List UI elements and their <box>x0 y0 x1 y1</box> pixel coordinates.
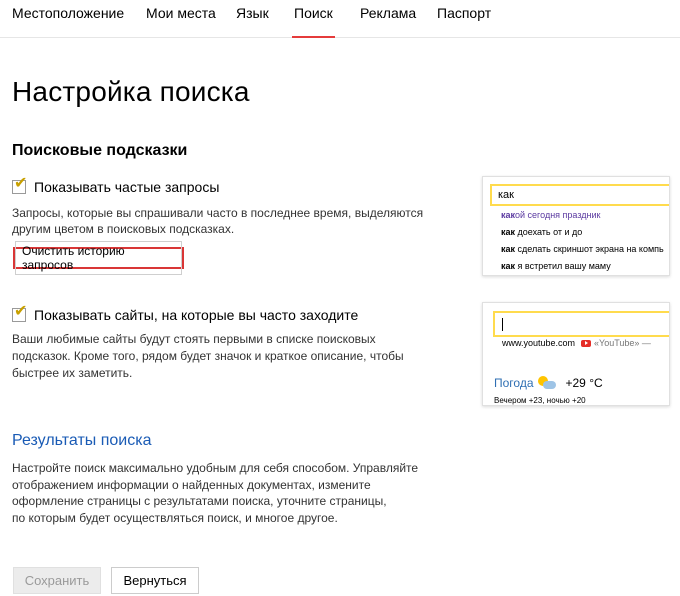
results-desc-line: отображением информации о найденных доку… <box>12 477 371 492</box>
frequent-sites-desc-line: подсказок. Кроме того, рядом будет значо… <box>12 349 404 363</box>
tab-my-places[interactable]: Мои места <box>146 5 216 21</box>
weather-temperature: +29 °C <box>565 376 603 390</box>
tab-location[interactable]: Местоположение <box>12 5 124 21</box>
frequent-queries-description: Запросы, которые вы спрашивали часто в п… <box>12 205 423 237</box>
sites-preview: www.youtube.com «YouTube» — Погода +29 °… <box>482 302 670 406</box>
preview-suggestion: какой сегодня праздник <box>501 210 601 220</box>
back-button[interactable]: Вернуться <box>111 567 199 594</box>
frequent-queries-label[interactable]: Показывать частые запросы <box>34 179 219 195</box>
preview-suggestion: как сделать скриншот экрана на компь <box>501 244 664 254</box>
tab-ads[interactable]: Реклама <box>360 5 416 21</box>
tab-search[interactable]: Поиск <box>292 5 335 38</box>
frequent-queries-desc-line: Запросы, которые вы спрашивали часто в п… <box>12 206 424 220</box>
preview-search-input: как <box>490 184 669 206</box>
preview-search-input <box>493 311 669 337</box>
preview-weather: Погода +29 °C <box>494 376 603 390</box>
preview-site-url: www.youtube.com <box>502 338 576 348</box>
results-desc-line: по которым будет осуществляться поиск, и… <box>12 510 338 525</box>
checkmark-icon: ✔ <box>14 301 28 320</box>
tab-passport[interactable]: Паспорт <box>437 5 491 21</box>
clear-history-button[interactable]: Очистить историю запросов <box>13 241 184 275</box>
frequent-queries-checkbox[interactable]: ✔ <box>12 175 27 194</box>
results-desc-line: оформление страницы с результатами поиск… <box>12 494 387 508</box>
frequent-sites-description: Ваши любимые сайты будут стоять первыми … <box>12 331 404 382</box>
sun-cloud-icon <box>537 376 558 390</box>
checkmark-icon: ✔ <box>14 173 28 192</box>
clear-history-label: Очистить историю запросов <box>15 241 182 275</box>
weather-label: Погода <box>494 376 534 390</box>
frequent-queries-option[interactable]: ✔ Показывать частые запросы <box>12 175 219 195</box>
frequent-queries-desc-line: другим цветом в поисковых подсказках. <box>12 222 235 236</box>
suggestions-section-title: Поисковые подсказки <box>12 142 188 159</box>
frequent-sites-option[interactable]: ✔ Показывать сайты, на которые вы часто … <box>12 303 358 323</box>
preview-suggestion: как доехать от и до <box>501 227 583 237</box>
page-title: Настройка поиска <box>12 76 250 107</box>
results-desc-line: Настройте поиск максимально удобным для … <box>12 461 419 475</box>
youtube-icon <box>581 339 592 347</box>
frequent-sites-desc-line: быстрее их заметить. <box>12 366 133 380</box>
search-results-link[interactable]: Результаты поиска <box>12 432 151 450</box>
frequent-sites-label[interactable]: Показывать сайты, на которые вы часто за… <box>34 307 358 323</box>
search-results-description: Настройте поиск максимально удобным для … <box>12 460 418 526</box>
preview-site-desc: «YouTube» — <box>594 338 651 348</box>
top-navigation: Местоположение Мои места Язык Поиск Рекл… <box>0 0 680 38</box>
tab-language[interactable]: Язык <box>236 5 269 21</box>
suggestions-preview: как какой сегодня праздник как доехать о… <box>482 176 670 276</box>
frequent-sites-desc-line: Ваши любимые сайты будут стоять первыми … <box>12 332 376 346</box>
text-caret <box>502 318 503 331</box>
preview-site-suggestion: www.youtube.com «YouTube» — <box>502 338 651 348</box>
preview-suggestion: как я встретил вашу маму <box>501 261 611 271</box>
frequent-sites-checkbox[interactable]: ✔ <box>12 303 27 322</box>
save-button[interactable]: Сохранить <box>13 567 101 594</box>
weather-forecast: Вечером +23, ночью +20 <box>494 396 586 405</box>
